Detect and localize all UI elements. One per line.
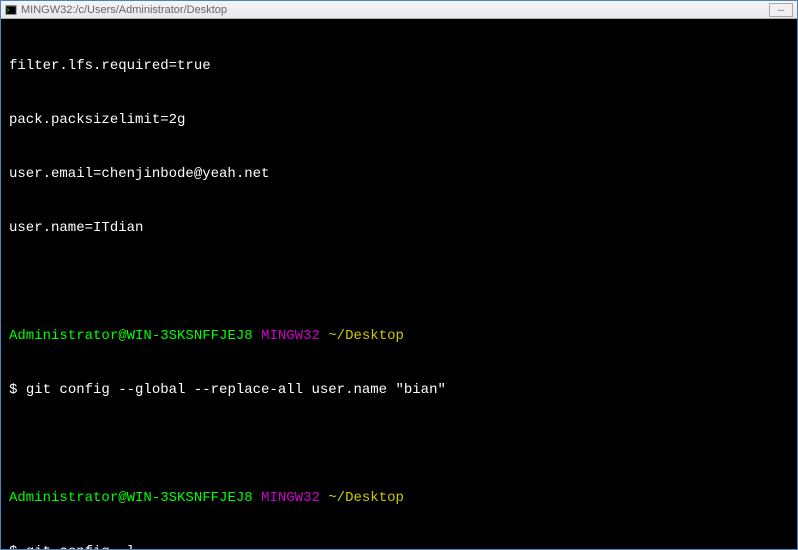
output-line: pack.packsizelimit=2g: [9, 111, 789, 129]
prompt-at: @: [118, 328, 126, 344]
prompt-user: Administrator: [9, 328, 118, 344]
prompt-dollar: $: [9, 382, 17, 398]
prompt-at: @: [118, 490, 126, 506]
command-line: $ git config -l: [9, 543, 789, 549]
terminal-icon: [5, 4, 17, 16]
prompt-user: Administrator: [9, 490, 118, 506]
prompt-path: ~/Desktop: [328, 328, 404, 344]
titlebar[interactable]: MINGW32:/c/Users/Administrator/Desktop ─: [1, 1, 797, 19]
command-text: git config -l: [26, 544, 135, 549]
output-line: user.email=chenjinbode@yeah.net: [9, 165, 789, 183]
window-controls: ─: [769, 3, 793, 17]
window-title: MINGW32:/c/Users/Administrator/Desktop: [21, 4, 227, 16]
prompt-shell: MINGW32: [261, 490, 320, 506]
blank-line: [9, 273, 789, 291]
terminal-content[interactable]: filter.lfs.required=true pack.packsizeli…: [1, 19, 797, 549]
command-line: $ git config --global --replace-all user…: [9, 381, 789, 399]
prompt-hostname: WIN-3SKSNFFJEJ8: [127, 490, 253, 506]
minimize-button[interactable]: ─: [769, 3, 793, 17]
blank-line: [9, 435, 789, 453]
command-text: git config --global --replace-all user.n…: [26, 382, 446, 398]
prompt-hostname: WIN-3SKSNFFJEJ8: [127, 328, 253, 344]
prompt-line: Administrator@WIN-3SKSNFFJEJ8 MINGW32 ~/…: [9, 489, 789, 507]
output-line: user.name=ITdian: [9, 219, 789, 237]
terminal-window: MINGW32:/c/Users/Administrator/Desktop ─…: [0, 0, 798, 550]
prompt-dollar: $: [9, 544, 17, 549]
prompt-shell: MINGW32: [261, 328, 320, 344]
output-line: filter.lfs.required=true: [9, 57, 789, 75]
prompt-line: Administrator@WIN-3SKSNFFJEJ8 MINGW32 ~/…: [9, 327, 789, 345]
prompt-path: ~/Desktop: [328, 490, 404, 506]
